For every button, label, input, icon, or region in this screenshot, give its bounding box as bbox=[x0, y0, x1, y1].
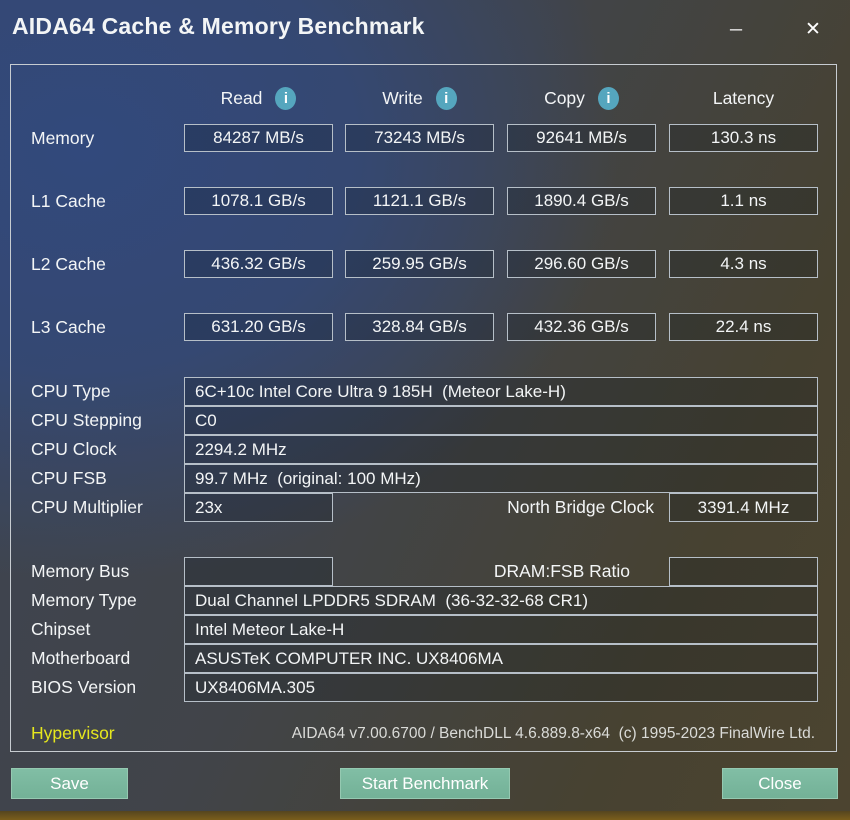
cpu-type-value: 6C+10c Intel Core Ultra 9 185H (Meteor L… bbox=[184, 377, 818, 406]
value-text: 1890.4 GB/s bbox=[534, 191, 629, 210]
save-button[interactable]: Save bbox=[11, 768, 128, 799]
l1-write-value: 1121.1 GB/s bbox=[345, 187, 494, 215]
info-icon[interactable]: i bbox=[597, 86, 619, 110]
cpu-stepping-value: C0 bbox=[184, 406, 818, 435]
memory-write-value: 73243 MB/s bbox=[345, 124, 494, 152]
chipset-value: Intel Meteor Lake-H bbox=[184, 615, 818, 644]
l3-latency-value: 22.4 ns bbox=[669, 313, 818, 341]
cpu-stepping-label: CPU Stepping bbox=[31, 410, 142, 430]
value-text: 1078.1 GB/s bbox=[211, 191, 306, 210]
row-label-l1-cache: L1 Cache bbox=[31, 191, 106, 211]
value-text: 73243 MB/s bbox=[374, 128, 465, 147]
hypervisor-label: Hypervisor bbox=[31, 723, 115, 743]
memory-read-value: 84287 MB/s bbox=[184, 124, 333, 152]
value-text: 296.60 GB/s bbox=[534, 254, 629, 273]
value-text: 1121.1 GB/s bbox=[372, 191, 467, 210]
latency-header-label: Latency bbox=[712, 87, 775, 108]
value-text: 432.36 GB/s bbox=[534, 317, 629, 336]
dram-fsb-ratio-value bbox=[669, 557, 818, 586]
l3-copy-value: 432.36 GB/s bbox=[507, 313, 656, 341]
version-text: AIDA64 v7.00.6700 / BenchDLL 4.6.889.8-x… bbox=[291, 725, 815, 742]
chipset-label: Chipset bbox=[31, 619, 91, 639]
l2-write-value: 259.95 GB/s bbox=[345, 250, 494, 278]
memory-bus-value bbox=[184, 557, 333, 586]
row-label-l2-cache: L2 Cache bbox=[31, 254, 106, 274]
titlebar: AIDA64 Cache & Memory Benchmark ─ ✕ bbox=[0, 0, 850, 58]
cpu-fsb-label: CPU FSB bbox=[31, 468, 107, 488]
l2-read-value: 436.32 GB/s bbox=[184, 250, 333, 278]
value-text: Dual Channel LPDDR5 SDRAM (36-32-32-68 C… bbox=[195, 590, 589, 610]
cpu-fsb-value: 99.7 MHz (original: 100 MHz) bbox=[184, 464, 818, 493]
l1-copy-value: 1890.4 GB/s bbox=[507, 187, 656, 215]
value-text: Intel Meteor Lake-H bbox=[195, 619, 345, 639]
close-button[interactable]: Close bbox=[722, 768, 838, 799]
value-text: 22.4 ns bbox=[715, 317, 772, 336]
dram-fsb-ratio-label: DRAM:FSB Ratio bbox=[493, 561, 630, 581]
info-icon[interactable]: i bbox=[275, 86, 297, 110]
bios-version-label: BIOS Version bbox=[31, 677, 137, 697]
north-bridge-clock-value: 3391.4 MHz bbox=[669, 493, 818, 522]
cpu-type-label: CPU Type bbox=[31, 381, 111, 401]
memory-bus-label: Memory Bus bbox=[31, 561, 130, 581]
l3-write-value: 328.84 GB/s bbox=[345, 313, 494, 341]
copy-header-label: Copy bbox=[544, 87, 585, 108]
motherboard-value: ASUSTeK COMPUTER INC. UX8406MA bbox=[184, 644, 818, 673]
value-text: 328.84 GB/s bbox=[372, 317, 467, 336]
bios-version-value: UX8406MA.305 bbox=[184, 673, 818, 702]
write-header-label: Write bbox=[382, 87, 423, 108]
l2-copy-value: 296.60 GB/s bbox=[507, 250, 656, 278]
column-header-read: Read i bbox=[184, 84, 333, 112]
row-label-l3-cache: L3 Cache bbox=[31, 317, 106, 337]
aida64-benchmark-window: AIDA64 Cache & Memory Benchmark ─ ✕ Read… bbox=[0, 0, 850, 820]
l3-read-value: 631.20 GB/s bbox=[184, 313, 333, 341]
value-text: 84287 MB/s bbox=[213, 128, 304, 147]
memory-type-label: Memory Type bbox=[31, 590, 137, 610]
value-text: C0 bbox=[195, 410, 217, 430]
cpu-clock-value: 2294.2 MHz bbox=[184, 435, 818, 464]
window-title: AIDA64 Cache & Memory Benchmark bbox=[12, 13, 425, 39]
read-header-label: Read bbox=[220, 87, 263, 108]
value-text: 631.20 GB/s bbox=[211, 317, 306, 336]
l1-latency-value: 1.1 ns bbox=[669, 187, 818, 215]
north-bridge-clock-label: North Bridge Clock bbox=[507, 497, 654, 517]
row-label-memory: Memory bbox=[31, 128, 95, 148]
motherboard-label: Motherboard bbox=[31, 648, 131, 668]
column-header-latency: Latency bbox=[669, 84, 818, 112]
benchmark-panel: Read i Write i Copy i Latency Memory 842… bbox=[10, 64, 837, 752]
value-text: UX8406MA.305 bbox=[195, 677, 316, 697]
memory-copy-value: 92641 MB/s bbox=[507, 124, 656, 152]
value-text: 6C+10c Intel Core Ultra 9 185H (Meteor L… bbox=[195, 381, 566, 401]
value-text: 259.95 GB/s bbox=[372, 254, 467, 273]
value-text: 23x bbox=[195, 497, 223, 517]
cpu-clock-label: CPU Clock bbox=[31, 439, 117, 459]
cpu-multiplier-value: 23x bbox=[184, 493, 333, 522]
value-text: 3391.4 MHz bbox=[697, 497, 790, 517]
titlebar-close-button[interactable]: ✕ bbox=[797, 14, 829, 44]
value-text: 4.3 ns bbox=[720, 254, 767, 273]
minimize-icon: ─ bbox=[729, 19, 743, 39]
value-text: 436.32 GB/s bbox=[211, 254, 306, 273]
value-text: 99.7 MHz (original: 100 MHz) bbox=[195, 468, 421, 488]
value-text: 92641 MB/s bbox=[536, 128, 627, 147]
column-header-write: Write i bbox=[345, 84, 494, 112]
cpu-multiplier-label: CPU Multiplier bbox=[31, 497, 143, 517]
memory-type-value: Dual Channel LPDDR5 SDRAM (36-32-32-68 C… bbox=[184, 586, 818, 615]
l1-read-value: 1078.1 GB/s bbox=[184, 187, 333, 215]
l2-latency-value: 4.3 ns bbox=[669, 250, 818, 278]
minimize-button[interactable]: ─ bbox=[720, 14, 752, 44]
value-text: 1.1 ns bbox=[720, 191, 767, 210]
close-icon: ✕ bbox=[805, 18, 821, 40]
info-icon[interactable]: i bbox=[435, 86, 457, 110]
start-benchmark-button[interactable]: Start Benchmark bbox=[340, 768, 510, 799]
column-header-copy: Copy i bbox=[507, 84, 656, 112]
value-text: 2294.2 MHz bbox=[195, 439, 287, 459]
memory-latency-value: 130.3 ns bbox=[669, 124, 818, 152]
bottom-accent-bar bbox=[0, 811, 850, 820]
value-text: 130.3 ns bbox=[710, 128, 777, 147]
value-text: ASUSTeK COMPUTER INC. UX8406MA bbox=[195, 648, 503, 668]
